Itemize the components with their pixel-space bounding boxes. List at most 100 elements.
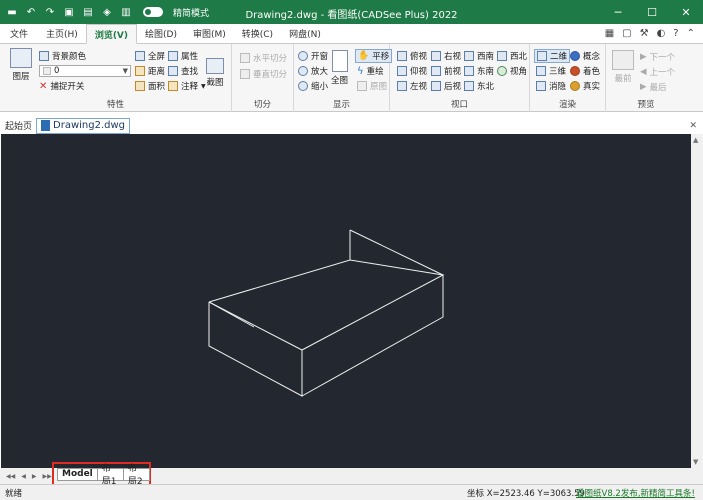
layout-tab-bar: ◀◀ ◀ ▶ ▶▶ Model 布局1 布局2 [0,462,703,487]
annotate-button[interactable]: 注释 ▼ [168,80,206,92]
group-label-render: 渲染 [558,100,576,110]
sphere-blue-icon [570,51,580,61]
attributes-button[interactable]: 属性 [168,50,198,62]
status-news-link[interactable]: 看图纸V8.2发布,新精简工具条! [576,487,695,499]
fullscreen-button[interactable]: 全屏 [135,50,165,62]
view-front-button[interactable]: 前视 [431,65,461,77]
group-cut: 水平切分 垂直切分 切分 [232,44,294,112]
horizontal-split-button[interactable]: 水平切分 [240,52,287,64]
distance-button[interactable]: 距离 [135,65,165,77]
folder-icon[interactable]: ▬ [6,6,18,18]
tab-draw[interactable]: 绘图(D) [137,24,185,43]
view-angle-button[interactable]: 视角 [497,65,527,77]
preview-prev-button[interactable]: ◀ 上一个 [640,66,675,78]
nav-first-icon[interactable]: ◀◀ [6,473,15,480]
tab-cloud[interactable]: 网盘(N) [281,24,329,43]
tab-convert[interactable]: 转换(C) [234,24,281,43]
camera-icon [206,58,224,74]
tab-home[interactable]: 主页(H) [38,24,86,43]
minimize-icon[interactable]: ─ [601,0,635,24]
render-shaded-button[interactable]: 着色 [570,65,600,77]
scroll-down-icon[interactable]: ▼ [693,458,698,466]
document-tab-bar: 起始页 Drawing2.dwg ✕ [0,117,703,134]
box-right-face [301,275,444,397]
render-2d-button[interactable]: 二维 [534,49,571,63]
nav-prev-icon[interactable]: ◀ [21,473,26,480]
original-icon [357,81,367,91]
undo-icon[interactable]: ↶ [25,6,37,18]
view-left-button[interactable]: 左视 [397,80,427,92]
title-bar: ▬ ↶ ↷ ▣ ▤ ◈ ▥ 精简模式 Drawing2.dwg - 看图纸(CA… [0,0,703,24]
zoom-in-button[interactable]: 放大 [298,65,328,77]
attributes-icon [168,51,178,61]
area-button[interactable]: 面积 [135,80,165,92]
clipboard-icon[interactable]: ▥ [120,6,132,18]
preview-first-button[interactable]: 最前 [612,50,634,84]
layers-button[interactable]: 图层 [10,48,32,82]
wrench-icon[interactable]: ⚒ [640,28,649,39]
layout-tab-model[interactable]: Model [57,467,98,481]
share-icon[interactable]: ◈ [101,6,113,18]
group-display: 开窗 放大 缩小 全图 ✋ 平移 ϟ 重绘 原图 显示 [294,44,393,112]
tab-file[interactable]: 文件 [0,24,38,43]
snap-toggle-button[interactable]: ✕ 捕捉开关 [39,80,84,93]
dwg-file-icon [41,120,51,131]
view-sw-button[interactable]: 西南 [464,50,494,62]
view-right-button[interactable]: 右视 [431,50,461,62]
preview-next-button[interactable]: ▶ 下一个 [640,51,675,63]
palette-icon [39,51,49,61]
eye-icon [497,66,507,76]
horizontal-split-icon [240,53,250,63]
redo-icon[interactable]: ↷ [44,6,56,18]
nav-next-icon[interactable]: ▶ [32,473,37,480]
help-icon[interactable]: ? [673,28,678,39]
horizontal-scrollbar[interactable] [155,472,691,480]
view-se-button[interactable]: 东南 [464,65,494,77]
full-view-button[interactable]: 全图 [331,50,348,86]
close-icon[interactable]: ✕ [669,0,703,24]
group-label-preview: 预览 [637,100,655,110]
collapse-ribbon-icon[interactable]: ⌃ [687,28,695,39]
original-button[interactable]: 原图 [357,80,387,92]
layout-tab-2[interactable]: 布局2 [122,464,150,487]
bg-color-button[interactable]: 背景颜色 [39,50,86,62]
render-hidden-button[interactable]: 消隐 [536,80,566,92]
view-ne-button[interactable]: 东北 [464,80,494,92]
zoom-out-button[interactable]: 缩小 [298,80,328,92]
preview-last-button[interactable]: ▶ 最后 [640,81,667,93]
scroll-up-icon[interactable]: ▲ [693,136,698,144]
vertical-split-button[interactable]: 垂直切分 [240,68,287,80]
grid-icon[interactable]: ▦ [605,28,614,39]
render-concept-button[interactable]: 概念 [570,50,600,62]
tab-browse[interactable]: 浏览(V) [85,24,138,44]
tab-drawing[interactable]: Drawing2.dwg [36,117,131,134]
view-nw-button[interactable]: 西北 [497,50,527,62]
tab-review[interactable]: 审图(M) [185,24,234,43]
window-zoom-button[interactable]: 开窗 [298,50,328,62]
screenshot-button[interactable]: 截图 [206,58,224,88]
view-back-button[interactable]: 后视 [431,80,461,92]
view-top-button[interactable]: 俯视 [397,50,427,62]
regen-button[interactable]: ϟ 重绘 [357,65,384,78]
render-realistic-button[interactable]: 真实 [570,80,600,92]
layout-tab-1[interactable]: 布局1 [96,464,124,487]
layer-combo[interactable]: 0 ▼ [39,65,131,77]
print-icon[interactable]: ▤ [82,6,94,18]
compact-mode-toggle[interactable] [143,7,163,17]
find-button[interactable]: 查找 [168,65,198,77]
maximize-icon[interactable]: ☐ [635,0,669,24]
save-icon[interactable]: ▣ [63,6,75,18]
render-3d-button[interactable]: 三维 [536,65,566,77]
chat-icon[interactable]: ▢ [622,28,631,39]
tab-start-page[interactable]: 起始页 [0,119,36,132]
view-bottom-button[interactable]: 仰视 [397,65,427,77]
status-coordinates: 坐标 X=2523.46 Y=3063.59 [467,488,585,499]
drawing-canvas[interactable] [1,134,691,468]
user-icon[interactable]: ◐ [657,28,666,39]
vertical-scrollbar[interactable]: ▲ ▼ [691,134,703,468]
close-icon[interactable]: ✕ [689,121,697,131]
pan-button[interactable]: ✋ 平移 [355,49,393,63]
box-left-riser [208,301,255,328]
nav-last-icon[interactable]: ▶▶ [42,473,51,480]
window-controls: ─ ☐ ✕ [601,0,703,24]
